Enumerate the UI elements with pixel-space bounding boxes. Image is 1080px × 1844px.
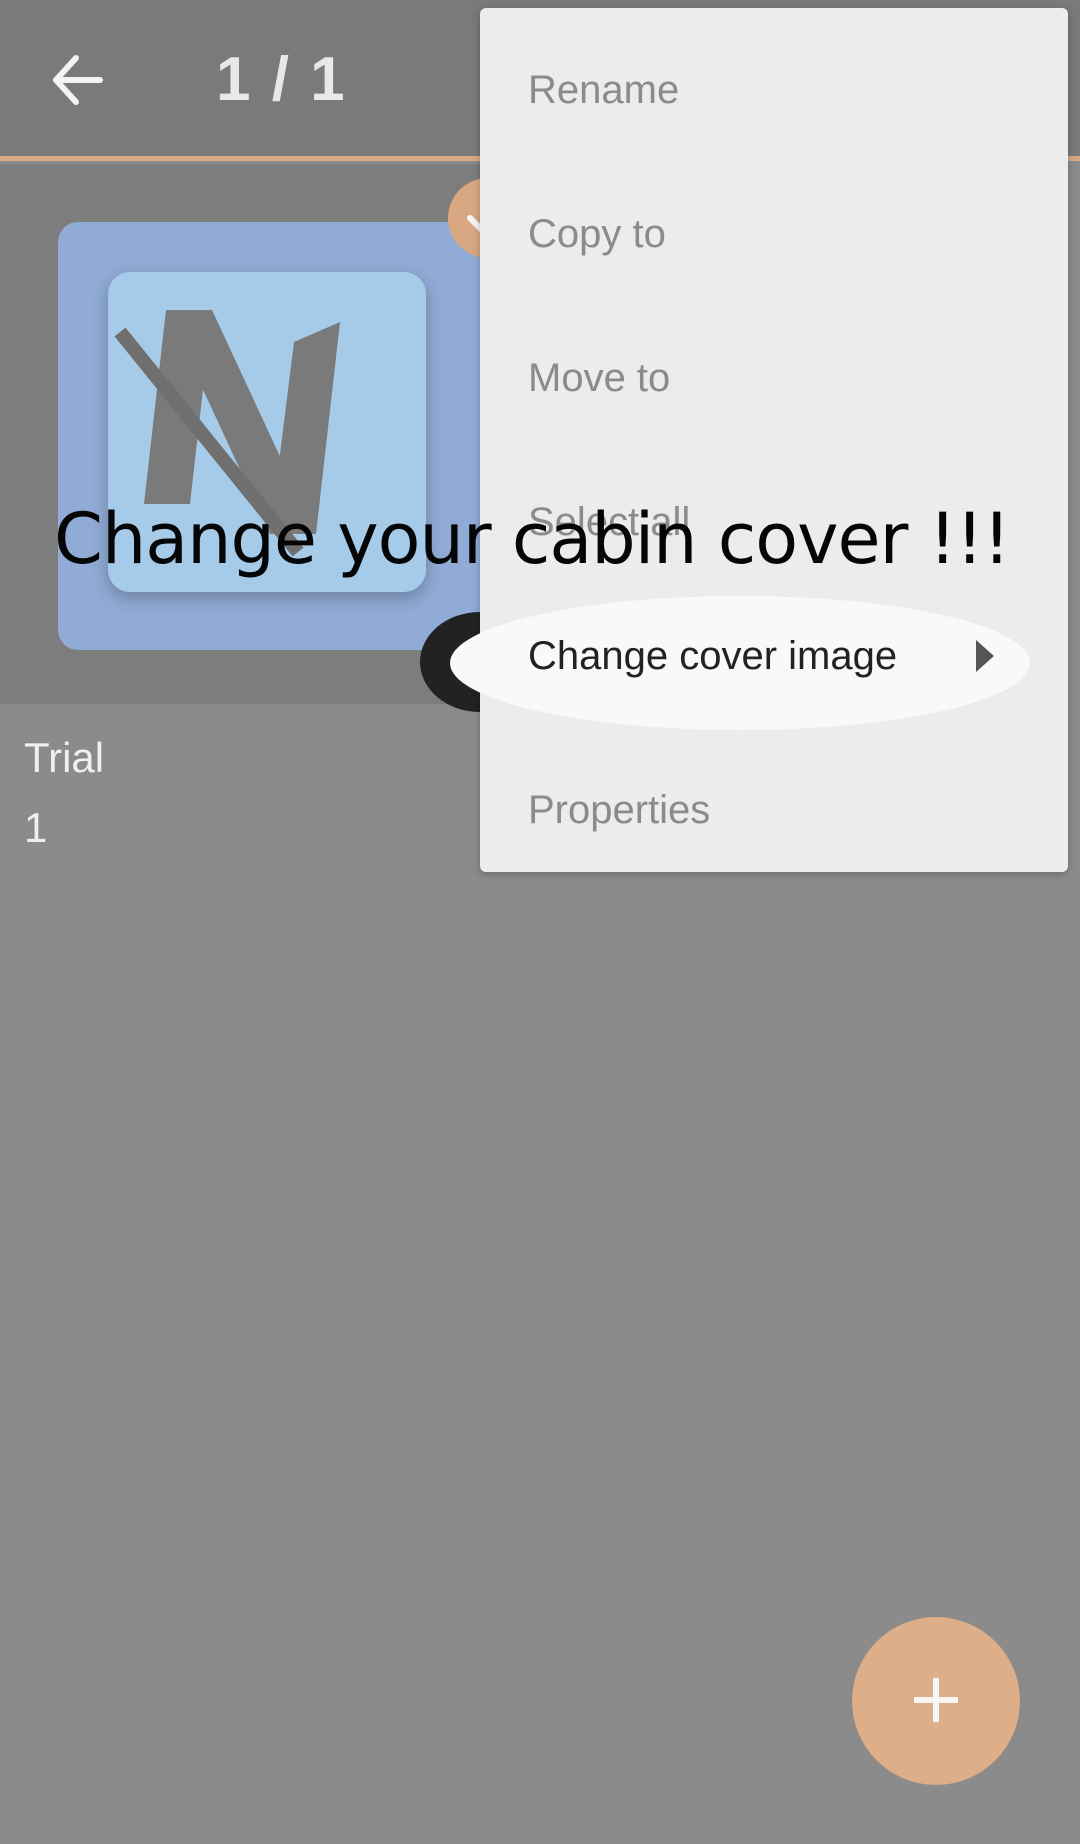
cabin-title: Trial: [24, 734, 105, 781]
menu-item-label: Move to: [528, 355, 671, 400]
menu-item-copy-to[interactable]: Copy to: [480, 164, 1068, 304]
menu-item-move-to[interactable]: Move to: [480, 308, 1068, 448]
cabin-count: 1: [24, 804, 48, 851]
cabin-cover-thumbnail: [58, 222, 498, 650]
context-menu: Rename Copy to Move to Select all Proper…: [480, 8, 1068, 872]
add-button[interactable]: [852, 1617, 1020, 1785]
chevron-right-icon: [976, 640, 994, 672]
plus-icon-vertical: [933, 1678, 939, 1722]
menu-item-label: Rename: [528, 67, 680, 112]
tutorial-caption: Change your cabin cover !!!: [54, 498, 1011, 580]
menu-item-properties[interactable]: Properties: [480, 740, 1068, 880]
menu-item-label[interactable]: Change cover image: [528, 634, 897, 679]
back-arrow-icon[interactable]: [48, 50, 108, 110]
page-counter: 1 / 1: [216, 45, 347, 114]
menu-item-label: Properties: [528, 787, 711, 832]
menu-item-rename[interactable]: Rename: [480, 20, 1068, 160]
cabin-card[interactable]: Trial 1: [0, 164, 500, 851]
menu-item-label: Copy to: [528, 211, 666, 256]
